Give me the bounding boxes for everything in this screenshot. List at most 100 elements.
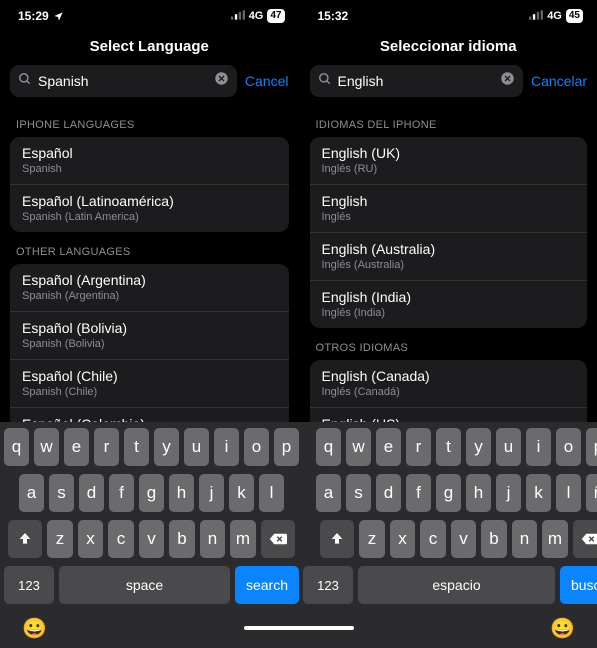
key-a[interactable]: a — [316, 474, 341, 512]
search-input[interactable]: English — [310, 65, 523, 97]
list-item[interactable]: Español (Argentina)Spanish (Argentina) — [10, 264, 289, 312]
list-item[interactable]: English (Australia)Inglés (Australia) — [310, 233, 588, 281]
key-s[interactable]: s — [346, 474, 371, 512]
space-key[interactable]: espacio — [358, 566, 555, 604]
key-f[interactable]: f — [109, 474, 134, 512]
key-f[interactable]: f — [406, 474, 431, 512]
backspace-key[interactable] — [573, 520, 597, 558]
key-t[interactable]: t — [124, 428, 149, 466]
key-v[interactable]: v — [451, 520, 477, 558]
emoji-key[interactable]: 😀 — [22, 616, 47, 641]
key-j[interactable]: j — [496, 474, 521, 512]
clear-icon[interactable] — [214, 71, 229, 91]
key-c[interactable]: c — [420, 520, 446, 558]
status-time: 15:29 — [18, 9, 49, 23]
list-item[interactable]: English (Canada)Inglés (Canadá) — [310, 360, 588, 408]
key-i[interactable]: i — [526, 428, 551, 466]
key-q[interactable]: q — [316, 428, 341, 466]
numeric-key[interactable]: 123 — [303, 566, 353, 604]
key-h[interactable]: h — [169, 474, 194, 512]
key-x[interactable]: x — [78, 520, 104, 558]
key-y[interactable]: y — [154, 428, 179, 466]
backspace-key[interactable] — [261, 520, 295, 558]
key-h[interactable]: h — [466, 474, 491, 512]
action-key[interactable]: buscar — [560, 566, 597, 604]
list-item[interactable]: English (India)Inglés (India) — [310, 281, 588, 328]
key-ñ[interactable]: ñ — [586, 474, 597, 512]
key-u[interactable]: u — [496, 428, 521, 466]
key-m[interactable]: m — [230, 520, 256, 558]
key-v[interactable]: v — [139, 520, 165, 558]
home-indicator — [244, 626, 354, 630]
key-i[interactable]: i — [214, 428, 239, 466]
page-title: Select Language — [0, 32, 299, 65]
key-o[interactable]: o — [556, 428, 581, 466]
list-item[interactable]: EnglishInglés — [310, 185, 588, 233]
cancel-button[interactable]: Cancel — [245, 73, 289, 89]
key-t[interactable]: t — [436, 428, 461, 466]
list-item[interactable]: Español (Chile)Spanish (Chile) — [10, 360, 289, 408]
cancel-button[interactable]: Cancelar — [531, 73, 587, 89]
key-m[interactable]: m — [542, 520, 568, 558]
key-w[interactable]: w — [346, 428, 371, 466]
keyboard-left: qwertyuiop asdfghjkl zxcvbnm 123 space s… — [4, 428, 299, 612]
language-list-preferred: English (UK)Inglés (RU) EnglishInglés En… — [310, 137, 588, 328]
key-s[interactable]: s — [49, 474, 74, 512]
space-key[interactable]: space — [59, 566, 230, 604]
key-u[interactable]: u — [184, 428, 209, 466]
location-icon — [53, 11, 64, 22]
key-k[interactable]: k — [526, 474, 551, 512]
key-n[interactable]: n — [512, 520, 538, 558]
key-e[interactable]: e — [64, 428, 89, 466]
emoji-key[interactable]: 😀 — [550, 616, 575, 641]
key-o[interactable]: o — [244, 428, 269, 466]
list-item[interactable]: EspañolSpanish — [10, 137, 289, 185]
key-j[interactable]: j — [199, 474, 224, 512]
key-p[interactable]: p — [274, 428, 299, 466]
key-e[interactable]: e — [376, 428, 401, 466]
key-r[interactable]: r — [406, 428, 431, 466]
clear-icon[interactable] — [500, 71, 515, 91]
search-icon — [318, 72, 332, 91]
key-z[interactable]: z — [359, 520, 385, 558]
key-k[interactable]: k — [229, 474, 254, 512]
signal-icon — [529, 10, 543, 23]
shift-key[interactable] — [8, 520, 42, 558]
key-r[interactable]: r — [94, 428, 119, 466]
key-w[interactable]: w — [34, 428, 59, 466]
list-item[interactable]: English (UK)Inglés (RU) — [310, 137, 588, 185]
section-header: Idiomas del iPhone — [300, 105, 597, 137]
list-item[interactable]: Español (Bolivia)Spanish (Bolivia) — [10, 312, 289, 360]
search-input[interactable]: Spanish — [10, 65, 237, 97]
key-d[interactable]: d — [376, 474, 401, 512]
key-l[interactable]: l — [556, 474, 581, 512]
status-battery: 45 — [566, 9, 583, 23]
key-q[interactable]: q — [4, 428, 29, 466]
shift-key[interactable] — [320, 520, 354, 558]
key-b[interactable]: b — [169, 520, 195, 558]
key-p[interactable]: p — [586, 428, 597, 466]
key-d[interactable]: d — [79, 474, 104, 512]
signal-icon — [231, 10, 245, 23]
key-z[interactable]: z — [47, 520, 73, 558]
page-title: Seleccionar idioma — [300, 32, 597, 65]
key-g[interactable]: g — [436, 474, 461, 512]
section-header: iPhone Languages — [0, 105, 299, 137]
section-header: Other Languages — [0, 232, 299, 264]
list-item[interactable]: Español (Latinoamérica)Spanish (Latin Am… — [10, 185, 289, 232]
status-time: 15:32 — [318, 9, 349, 23]
key-a[interactable]: a — [19, 474, 44, 512]
key-c[interactable]: c — [108, 520, 134, 558]
search-value: Spanish — [38, 73, 208, 89]
action-key[interactable]: search — [235, 566, 299, 604]
key-g[interactable]: g — [139, 474, 164, 512]
key-y[interactable]: y — [466, 428, 491, 466]
keyboard-right: qwertyuiop asdfghjklñ zxcvbnm 123 espaci… — [303, 428, 597, 612]
key-l[interactable]: l — [259, 474, 284, 512]
keyboard: qwertyuiop asdfghjkl zxcvbnm 123 space s… — [0, 422, 597, 648]
key-n[interactable]: n — [200, 520, 226, 558]
numeric-key[interactable]: 123 — [4, 566, 54, 604]
key-x[interactable]: x — [390, 520, 416, 558]
language-list-preferred: EspañolSpanish Español (Latinoamérica)Sp… — [10, 137, 289, 232]
key-b[interactable]: b — [481, 520, 507, 558]
